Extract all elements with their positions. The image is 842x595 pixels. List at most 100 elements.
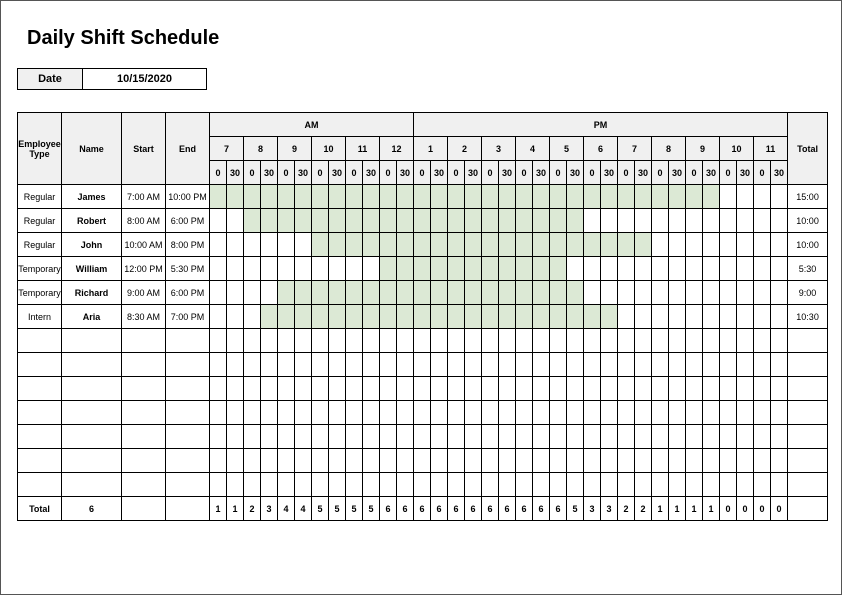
slot-cell — [397, 305, 414, 329]
slot-cell — [601, 233, 618, 257]
slot-cell — [499, 233, 516, 257]
footer-slot: 5 — [312, 497, 329, 521]
hdr-hour: 9 — [278, 137, 312, 161]
slot-cell — [414, 185, 431, 209]
footer-slot: 6 — [380, 497, 397, 521]
slot-cell — [380, 257, 397, 281]
hdr-sub: 30 — [499, 161, 516, 185]
slot-cell — [499, 185, 516, 209]
hdr-sub: 0 — [618, 161, 635, 185]
slot-cell — [295, 257, 312, 281]
slot-cell — [754, 233, 771, 257]
footer-slot: 5 — [329, 497, 346, 521]
slot-cell — [244, 209, 261, 233]
slot-cell — [431, 257, 448, 281]
hdr-sub: 30 — [329, 161, 346, 185]
slot-cell — [618, 185, 635, 209]
footer-slot: 6 — [414, 497, 431, 521]
hdr-hour: 7 — [210, 137, 244, 161]
hdr-sub: 0 — [550, 161, 567, 185]
hdr-sub: 0 — [720, 161, 737, 185]
slot-cell — [669, 305, 686, 329]
hdr-hour: 4 — [516, 137, 550, 161]
cell-name: Robert — [62, 209, 122, 233]
cell-total: 10:00 — [788, 233, 828, 257]
slot-cell — [465, 233, 482, 257]
slot-cell — [448, 305, 465, 329]
hdr-sub: 0 — [448, 161, 465, 185]
slot-cell — [448, 233, 465, 257]
slot-cell — [312, 233, 329, 257]
slot-cell — [516, 233, 533, 257]
hdr-sub: 30 — [737, 161, 754, 185]
slot-cell — [669, 233, 686, 257]
slot-cell — [635, 281, 652, 305]
slot-cell — [465, 305, 482, 329]
slot-cell — [771, 281, 788, 305]
slot-cell — [482, 305, 499, 329]
slot-cell — [652, 209, 669, 233]
hdr-total: Total — [788, 113, 828, 185]
footer-slot: 1 — [210, 497, 227, 521]
slot-cell — [618, 281, 635, 305]
cell-type: Temporary — [18, 257, 62, 281]
hdr-hour: 11 — [754, 137, 788, 161]
slot-cell — [737, 281, 754, 305]
slot-cell — [550, 257, 567, 281]
hdr-sub: 0 — [686, 161, 703, 185]
slot-cell — [720, 233, 737, 257]
blank-row — [18, 449, 828, 473]
slot-cell — [533, 209, 550, 233]
slot-cell — [499, 281, 516, 305]
slot-cell — [618, 257, 635, 281]
slot-cell — [737, 257, 754, 281]
slot-cell — [754, 185, 771, 209]
slot-cell — [499, 257, 516, 281]
hdr-start: Start — [122, 113, 166, 185]
slot-cell — [380, 305, 397, 329]
blank-row — [18, 329, 828, 353]
blank-row — [18, 401, 828, 425]
slot-cell — [380, 281, 397, 305]
slot-cell — [346, 281, 363, 305]
employee-row: RegularJames7:00 AM10:00 PM15:00 — [18, 185, 828, 209]
hdr-hour: 12 — [380, 137, 414, 161]
hdr-sub: 0 — [652, 161, 669, 185]
slot-cell — [363, 305, 380, 329]
slot-cell — [754, 209, 771, 233]
slot-cell — [244, 233, 261, 257]
hdr-sub: 30 — [567, 161, 584, 185]
footer-slot: 6 — [550, 497, 567, 521]
slot-cell — [669, 257, 686, 281]
slot-cell — [635, 305, 652, 329]
slot-cell — [397, 233, 414, 257]
hdr-hour: 8 — [244, 137, 278, 161]
hdr-sub: 0 — [278, 161, 295, 185]
slot-cell — [737, 233, 754, 257]
hdr-sub: 30 — [363, 161, 380, 185]
slot-cell — [363, 281, 380, 305]
hdr-sub: 0 — [380, 161, 397, 185]
slot-cell — [720, 185, 737, 209]
hdr-hour: 3 — [482, 137, 516, 161]
slot-cell — [601, 185, 618, 209]
slot-cell — [703, 305, 720, 329]
slot-cell — [312, 281, 329, 305]
slot-cell — [397, 257, 414, 281]
slot-cell — [244, 305, 261, 329]
slot-cell — [516, 257, 533, 281]
hdr-sub: 30 — [669, 161, 686, 185]
slot-cell — [210, 209, 227, 233]
slot-cell — [295, 233, 312, 257]
slot-cell — [499, 305, 516, 329]
slot-cell — [465, 281, 482, 305]
footer-grand — [788, 497, 828, 521]
hdr-hour: 8 — [652, 137, 686, 161]
slot-cell — [414, 257, 431, 281]
slot-cell — [703, 185, 720, 209]
slot-cell — [567, 305, 584, 329]
slot-cell — [210, 257, 227, 281]
footer-slot: 6 — [533, 497, 550, 521]
slot-cell — [346, 209, 363, 233]
hdr-hour: 10 — [312, 137, 346, 161]
